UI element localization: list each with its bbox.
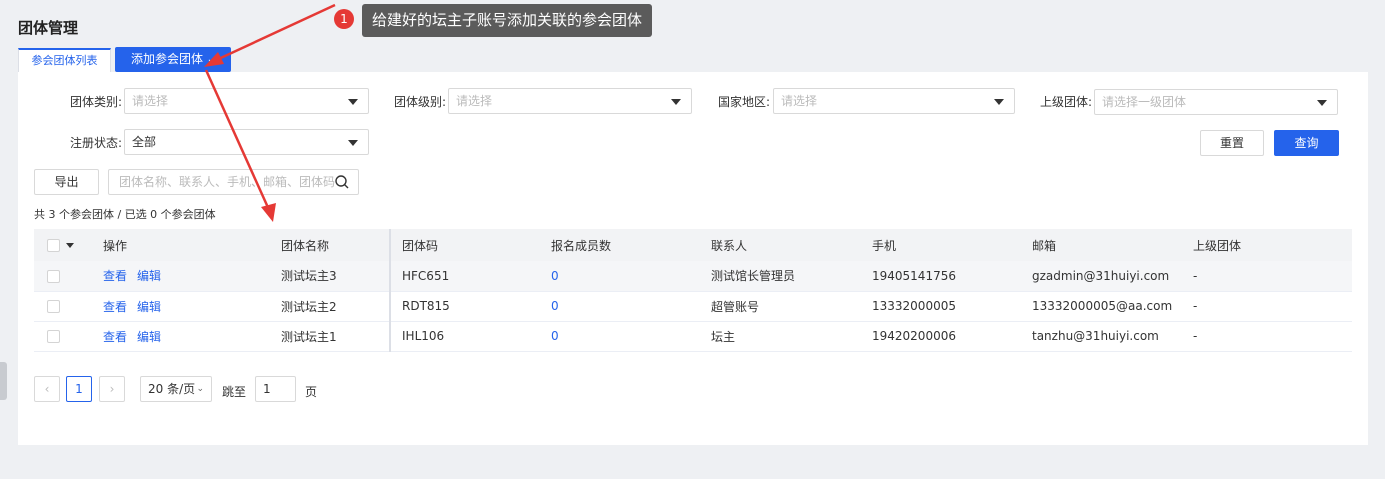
filter-status-label: 注册状态: — [69, 136, 122, 150]
filter-region-select[interactable]: 请选择 — [773, 88, 1015, 114]
cell-email: gzadmin@31huiyi.com — [1032, 261, 1193, 292]
caret-down-icon — [671, 99, 681, 105]
filter-type-label: 团体类别: — [69, 95, 122, 109]
add-group-button[interactable]: 添加参会团体 ⌄ — [115, 47, 231, 72]
view-link[interactable]: 查看 — [103, 300, 127, 314]
cell-code: HFC651 — [389, 261, 551, 292]
tab-group-list[interactable]: 参会团体列表 — [18, 48, 111, 72]
edit-link[interactable]: 编辑 — [137, 300, 161, 314]
row-checkbox[interactable] — [47, 300, 60, 313]
filter-level-select[interactable]: 请选择 — [448, 88, 692, 114]
col-name: 团体名称 — [281, 229, 390, 261]
next-page-button[interactable]: › — [99, 376, 125, 402]
filter-level-label: 团体级别: — [393, 95, 446, 109]
search-input[interactable]: 团体名称、联系人、手机、邮箱、团体码 — [108, 169, 359, 195]
cell-name: 测试坛主3 — [281, 261, 390, 292]
filter-status-select[interactable]: 全部 — [124, 129, 369, 155]
export-button[interactable]: 导出 — [34, 169, 99, 195]
filter-parent-select[interactable]: 请选择一级团体 — [1094, 89, 1338, 115]
caret-down-icon — [994, 99, 1004, 105]
select-all-checkbox[interactable] — [47, 239, 60, 252]
cell-code: RDT815 — [389, 291, 551, 322]
row-checkbox[interactable] — [47, 330, 60, 343]
cell-name: 测试坛主1 — [281, 321, 390, 352]
caret-down-icon[interactable] — [66, 243, 74, 248]
cell-email: tanzhu@31huiyi.com — [1032, 321, 1193, 352]
sidebar-collapse-handle[interactable] — [0, 362, 7, 400]
filter-parent-placeholder: 请选择一级团体 — [1102, 95, 1187, 109]
cell-members-link[interactable]: 0 — [551, 299, 559, 313]
table-header-row: 操作 团体名称 团体码 报名成员数 联系人 手机 邮箱 上级团体 — [34, 229, 1352, 261]
query-button[interactable]: 查询 — [1274, 130, 1339, 156]
page-title: 团体管理 — [18, 19, 79, 37]
annotation-step-badge: 1 — [334, 9, 354, 29]
filter-status-value: 全部 — [132, 135, 157, 149]
cell-phone: 13332000005 — [872, 291, 1032, 322]
filter-type-placeholder: 请选择 — [132, 94, 169, 108]
annotation-callout: 给建好的坛主子账号添加关联的参会团体 — [362, 4, 653, 37]
filter-region-placeholder: 请选择 — [781, 94, 818, 108]
jump-label: 跳至 — [222, 385, 247, 399]
main-panel: 团体类别: 请选择 团体级别: 请选择 国家地区: 请选择 上级团体: 请选择一… — [18, 72, 1368, 445]
cell-contact: 坛主 — [711, 321, 872, 352]
edit-link[interactable]: 编辑 — [137, 269, 161, 283]
col-parent: 上级团体 — [1193, 229, 1352, 261]
search-icon[interactable] — [334, 174, 350, 190]
cell-members-link[interactable]: 0 — [551, 329, 559, 343]
cell-parent: - — [1193, 321, 1352, 352]
filter-parent-label: 上级团体: — [1039, 95, 1092, 109]
cell-phone: 19420200006 — [872, 321, 1032, 352]
table-row: 查看 编辑 测试坛主3 HFC651 0 测试馆长管理员 19405141756 … — [34, 261, 1352, 292]
cell-parent: - — [1193, 261, 1352, 292]
page-1-button[interactable]: 1 — [66, 376, 92, 402]
col-contact: 联系人 — [711, 229, 872, 261]
col-phone: 手机 — [872, 229, 1032, 261]
col-members: 报名成员数 — [551, 229, 711, 261]
filter-region-label: 国家地区: — [717, 95, 770, 109]
cell-phone: 19405141756 — [872, 261, 1032, 292]
table-row: 查看 编辑 测试坛主2 RDT815 0 超管账号 13332000005 133… — [34, 291, 1352, 322]
caret-down-icon — [348, 99, 358, 105]
col-email: 邮箱 — [1032, 229, 1193, 261]
cell-email: 13332000005@aa.com — [1032, 291, 1193, 322]
prev-page-button[interactable]: ‹ — [34, 376, 60, 402]
col-code: 团体码 — [389, 229, 551, 261]
cell-members-link[interactable]: 0 — [551, 269, 559, 283]
add-group-label: 添加参会团体 — [131, 52, 204, 66]
caret-down-icon — [1317, 100, 1327, 106]
cell-contact: 超管账号 — [711, 291, 872, 322]
page-size-select[interactable]: 20 条/页 ⌄ — [140, 376, 212, 402]
edit-link[interactable]: 编辑 — [137, 330, 161, 344]
reset-button[interactable]: 重置 — [1200, 130, 1264, 156]
filter-level-placeholder: 请选择 — [456, 94, 493, 108]
groups-table: 操作 团体名称 团体码 报名成员数 联系人 手机 邮箱 上级团体 查看 编辑 测试… — [34, 229, 1352, 352]
jump-page-input[interactable]: 1 — [255, 376, 296, 402]
cell-code: IHL106 — [389, 321, 551, 352]
row-checkbox[interactable] — [47, 269, 60, 283]
chevron-down-icon: ⌄ — [196, 384, 204, 394]
view-link[interactable]: 查看 — [103, 330, 127, 344]
chevron-down-icon: ⌄ — [206, 54, 215, 65]
view-link[interactable]: 查看 — [103, 269, 127, 283]
cell-name: 测试坛主2 — [281, 291, 390, 322]
filter-type-select[interactable]: 请选择 — [124, 88, 369, 114]
selection-summary: 共 3 个参会团体 / 已选 0 个参会团体 — [34, 208, 216, 221]
page-suffix: 页 — [305, 385, 318, 399]
table-row: 查看 编辑 测试坛主1 IHL106 0 坛主 19420200006 tanzh… — [34, 321, 1352, 352]
page-size-value: 20 条/页 — [148, 382, 196, 396]
search-placeholder: 团体名称、联系人、手机、邮箱、团体码 — [119, 175, 336, 189]
select-all-cell — [34, 229, 103, 261]
caret-down-icon — [348, 140, 358, 146]
cell-parent: - — [1193, 291, 1352, 322]
col-actions: 操作 — [103, 229, 281, 261]
cell-contact: 测试馆长管理员 — [711, 261, 872, 292]
